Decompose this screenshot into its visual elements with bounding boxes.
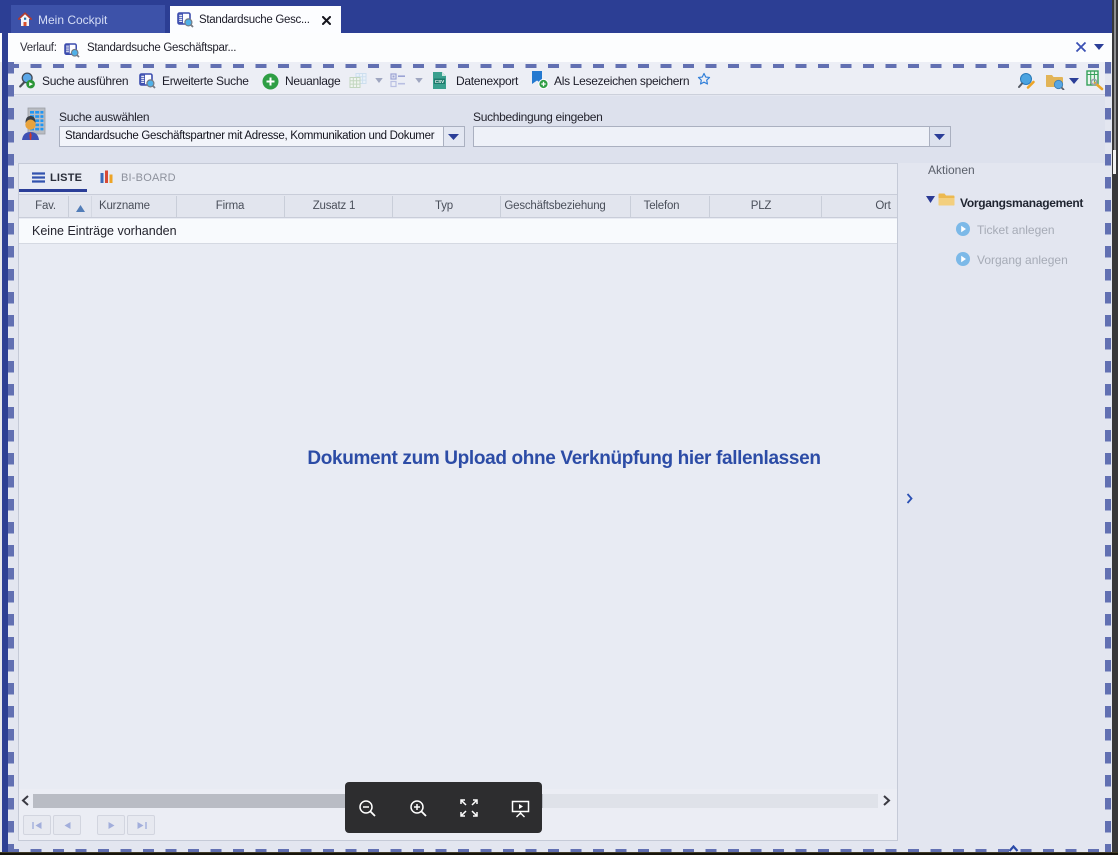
svg-text:CSV: CSV (435, 79, 445, 84)
